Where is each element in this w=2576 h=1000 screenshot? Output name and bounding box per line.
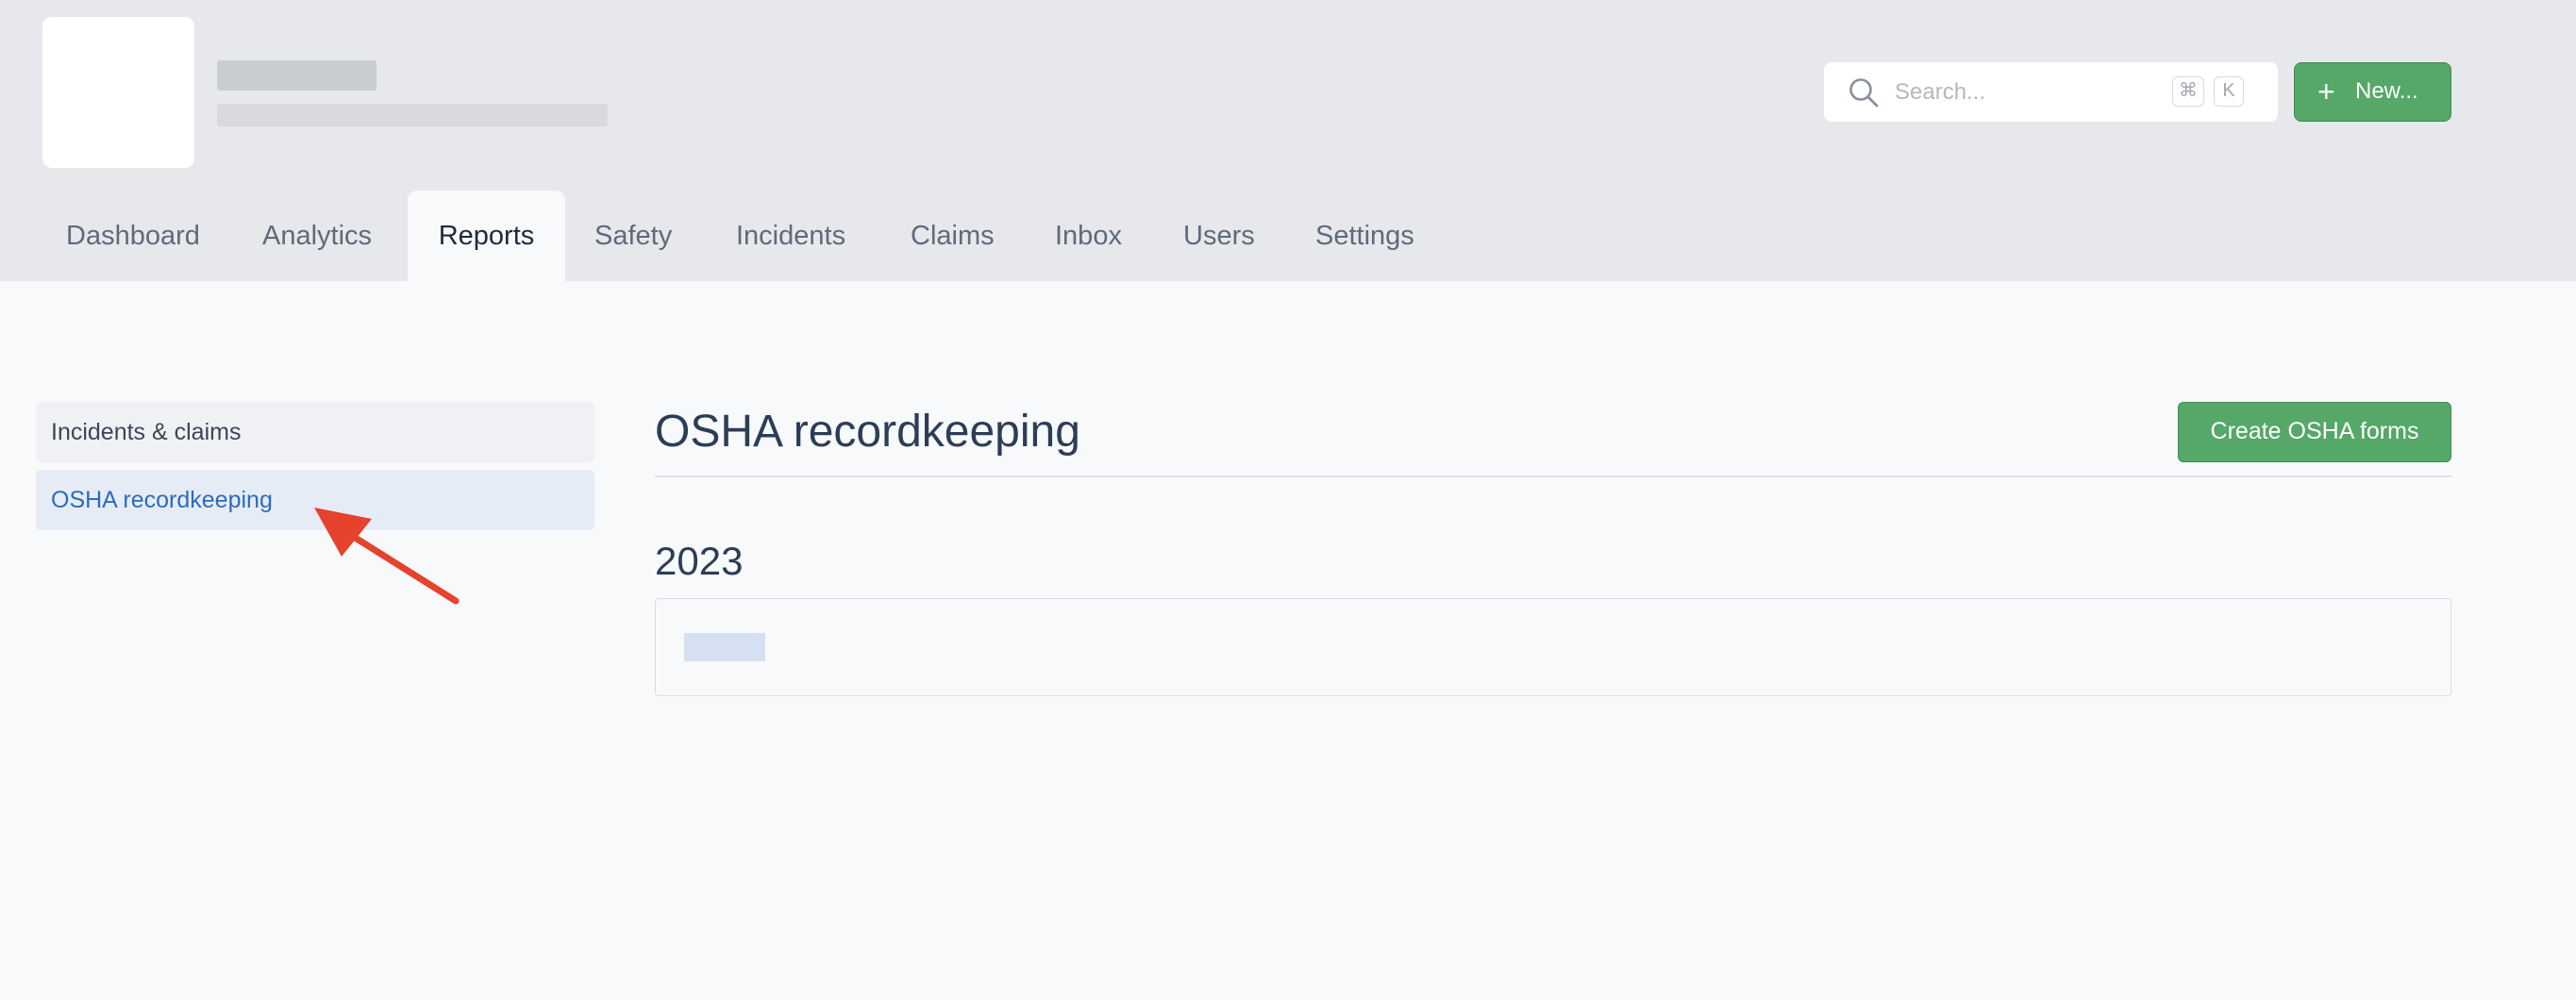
annotation-arrow-icon xyxy=(314,508,460,605)
